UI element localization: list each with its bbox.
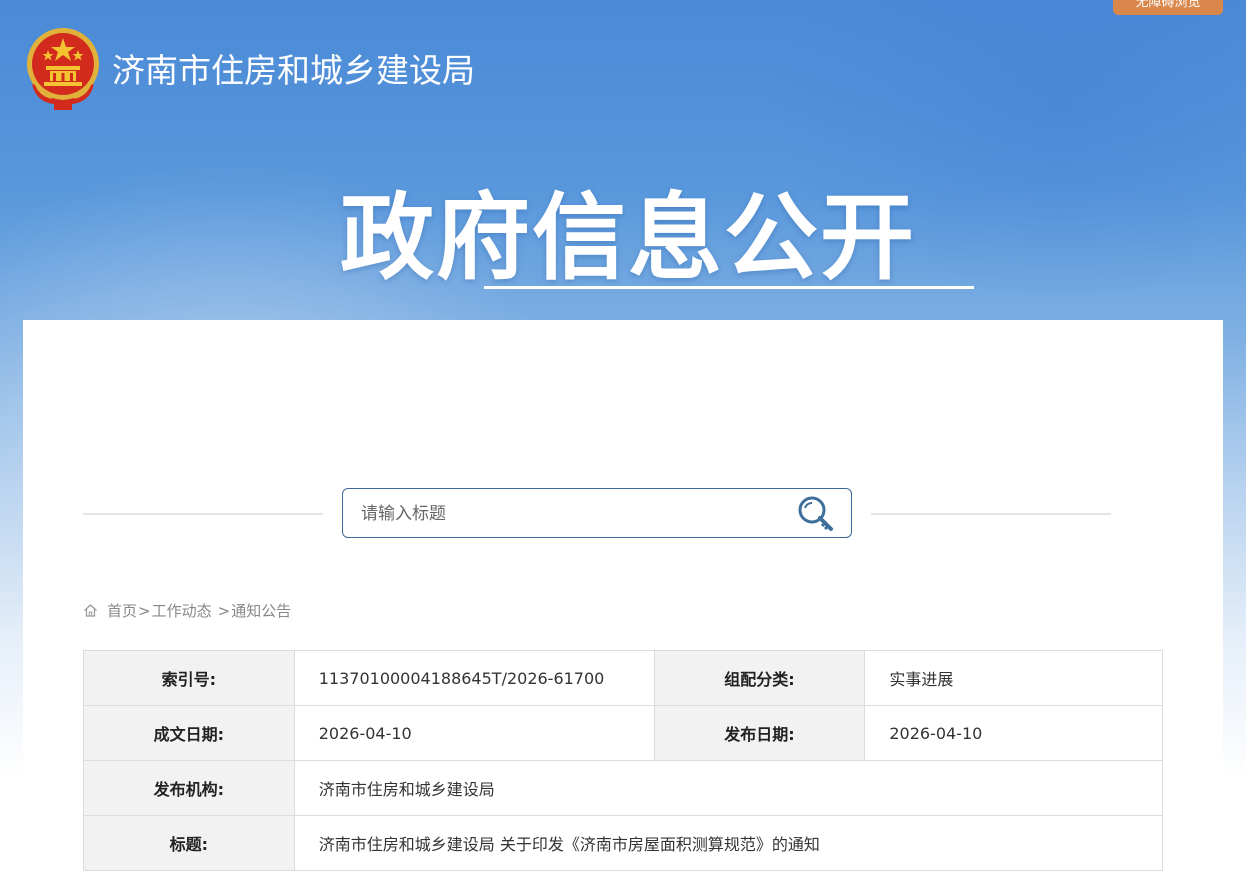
category-label: 组配分类: [653, 650, 866, 706]
publish-date-label: 发布日期: [653, 705, 866, 761]
breadcrumb-separator: > [217, 601, 231, 620]
search-area [83, 488, 1111, 538]
breadcrumb-separator: > [138, 601, 151, 620]
publisher-label: 发布机构: [83, 760, 295, 816]
publisher-value: 济南市住房和城乡建设局 [293, 760, 1164, 816]
breadcrumb-work-news[interactable]: 工作动态 [152, 600, 212, 621]
document-info-table: 索引号: 11370100004188645T/2026-61700 组配分类:… [83, 650, 1164, 871]
breadcrumb-home[interactable]: 首页 [107, 600, 137, 621]
hero-underline [484, 286, 974, 289]
table-row: 索引号: 11370100004188645T/2026-61700 组配分类:… [83, 650, 1163, 706]
title-label: 标题: [83, 815, 295, 871]
table-row: 标题: 济南市住房和城乡建设局 关于印发《济南市房屋面积测算规范》的通知 [83, 815, 1164, 871]
category-value: 实事进展 [864, 650, 1163, 706]
content-panel: 首页 > 工作动态 > 通知公告 索引号: 11370100004188645T… [23, 320, 1223, 887]
table-row: 发布机构: 济南市住房和城乡建设局 [83, 760, 1164, 816]
publish-date-value: 2026-04-10 [864, 705, 1163, 761]
breadcrumb: 首页 > 工作动态 > 通知公告 [83, 600, 291, 621]
search-input[interactable] [361, 499, 781, 529]
home-icon [84, 604, 97, 617]
divider [83, 513, 323, 515]
breadcrumb-notices[interactable]: 通知公告 [231, 600, 291, 621]
search-key-icon[interactable] [795, 494, 837, 534]
table-row: 成文日期: 2026-04-10 发布日期: 2026-04-10 [83, 705, 1163, 761]
hero-title: 政府信息公开 [339, 184, 916, 293]
divider [871, 513, 1111, 515]
site-name[interactable]: 济南市住房和城乡建设局 [112, 44, 475, 92]
index-number-value: 11370100004188645T/2026-61700 [293, 650, 655, 706]
national-emblem-icon [27, 28, 99, 110]
index-number-label: 索引号: [83, 650, 295, 706]
written-date-label: 成文日期: [83, 705, 295, 761]
written-date-value: 2026-04-10 [293, 705, 655, 761]
search-box [342, 488, 852, 538]
accessibility-button[interactable]: 无障碍浏览 [1113, 0, 1223, 15]
title-value: 济南市住房和城乡建设局 关于印发《济南市房屋面积测算规范》的通知 [293, 815, 1164, 871]
